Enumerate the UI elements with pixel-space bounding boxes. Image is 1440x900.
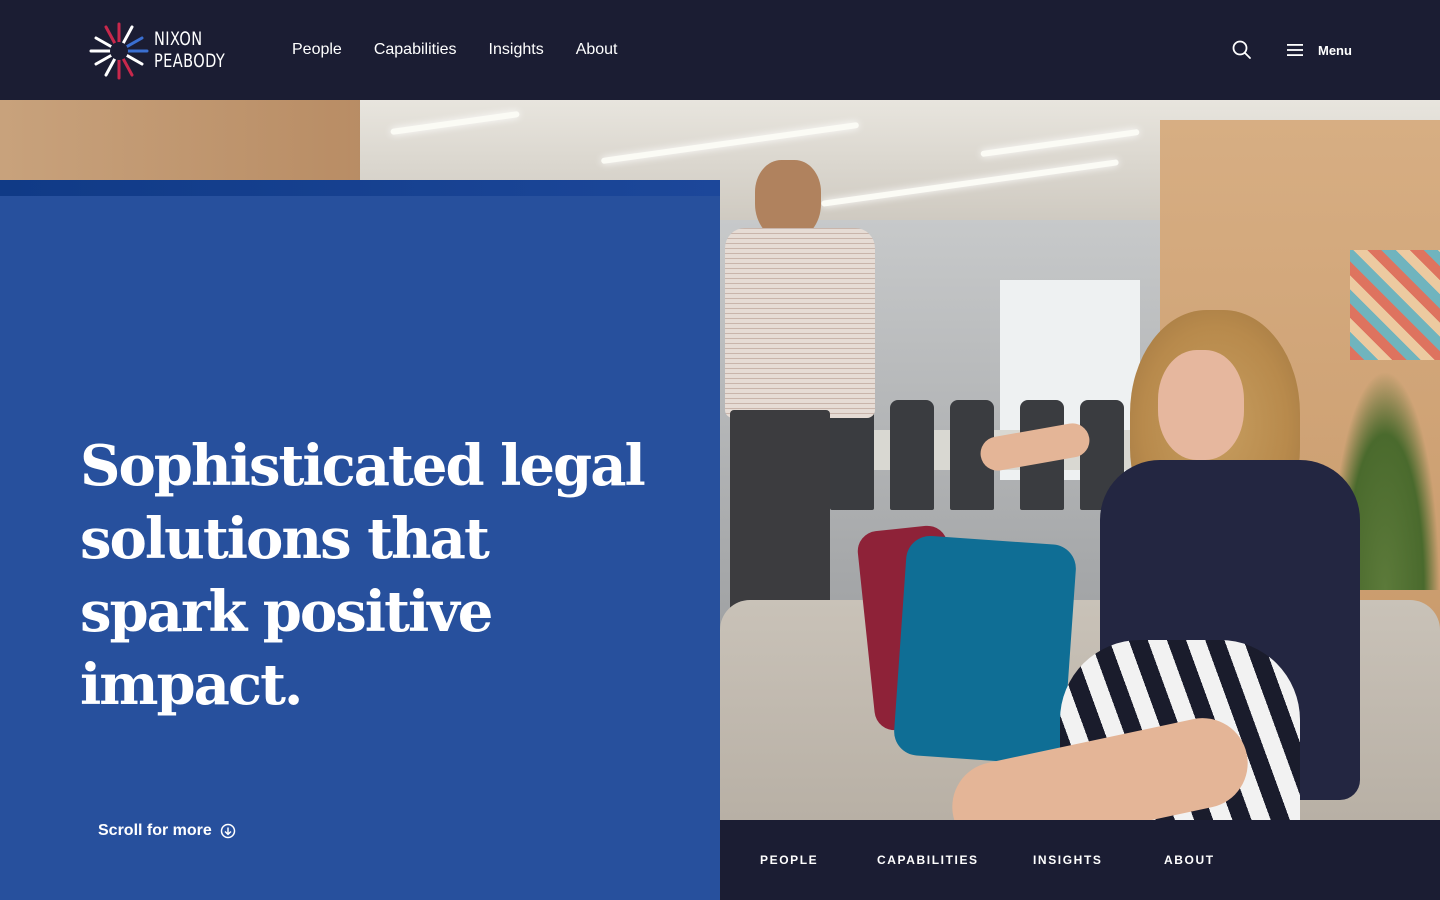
scroll-label: Scroll for more	[98, 822, 212, 839]
photo-wall-left	[0, 100, 370, 190]
hero-panel: Sophisticated legal solutions that spark…	[0, 180, 720, 900]
nav-item-people[interactable]: People	[292, 38, 342, 62]
photo-person-face	[1158, 350, 1244, 460]
photo-chair	[890, 400, 934, 510]
search-button[interactable]	[1230, 38, 1254, 62]
menu-button[interactable]: Menu	[1286, 38, 1352, 62]
logo-wordmark: NIXON PEABODY	[154, 28, 225, 72]
logo-line-2: PEABODY	[154, 50, 226, 72]
nav-item-capabilities[interactable]: Capabilities	[374, 38, 457, 62]
nav-item-insights[interactable]: Insights	[489, 38, 544, 62]
section-nav-about[interactable]: ABOUT	[1164, 852, 1215, 868]
section-nav-people[interactable]: PEOPLE	[760, 852, 818, 868]
photo-person-arm	[977, 420, 1093, 474]
photo-person-shirt	[725, 228, 875, 418]
nav-item-about[interactable]: About	[576, 38, 618, 62]
hamburger-icon	[1287, 44, 1303, 56]
arrow-down-circle-icon	[220, 823, 236, 839]
section-nav-capabilities[interactable]: CAPABILITIES	[877, 852, 979, 868]
logo-line-1: NIXON	[154, 28, 203, 50]
menu-label: Menu	[1318, 42, 1352, 58]
site-header: NIXON PEABODY People Capabilities Insigh…	[0, 0, 1440, 100]
section-nav: PEOPLE CAPABILITIES INSIGHTS ABOUT	[720, 820, 1440, 900]
section-nav-insights[interactable]: INSIGHTS	[1033, 852, 1102, 868]
logo-link[interactable]: NIXON PEABODY	[86, 18, 236, 84]
photo-person-seated	[943, 310, 1390, 820]
search-icon	[1232, 40, 1251, 59]
scroll-for-more-link[interactable]: Scroll for more	[98, 822, 236, 840]
primary-nav: People Capabilities Insights About	[292, 38, 618, 62]
hero-headline: Sophisticated legal solutions that spark…	[80, 433, 646, 718]
starburst-icon	[89, 22, 149, 80]
